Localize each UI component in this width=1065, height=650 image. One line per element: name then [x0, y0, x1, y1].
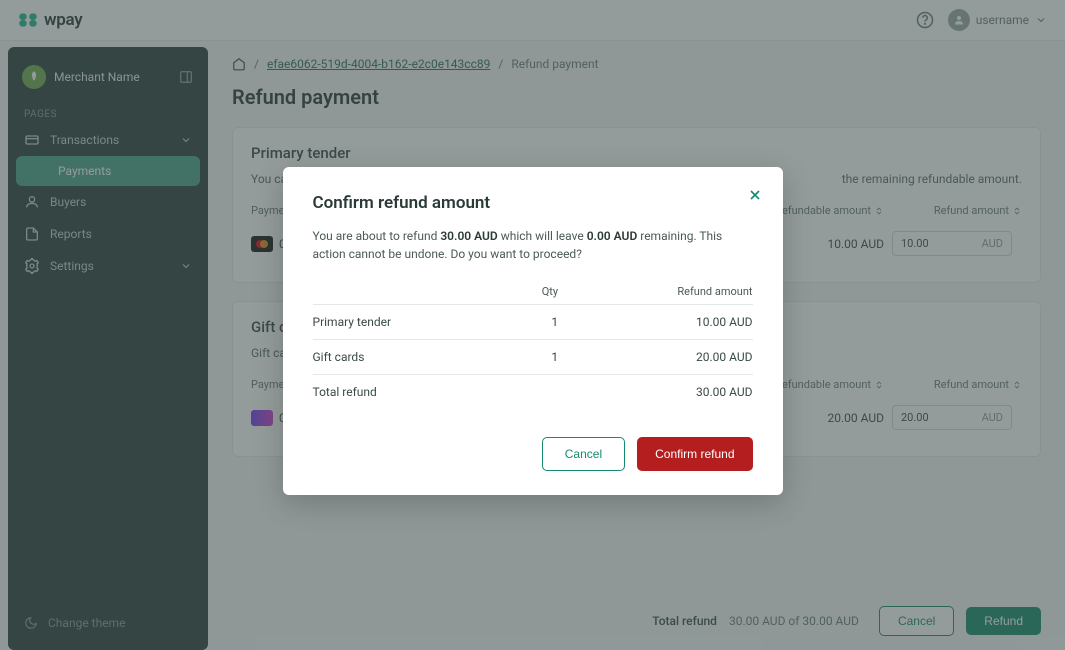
close-icon[interactable]	[747, 187, 763, 203]
modal-title: Confirm refund amount	[313, 193, 753, 213]
modal-cancel-button[interactable]: Cancel	[542, 437, 625, 471]
col-qty: Qty	[516, 279, 558, 305]
table-row: Primary tender 1 10.00 AUD	[313, 305, 753, 340]
col-refund-amount: Refund amount	[558, 279, 752, 305]
total-row: Total refund 30.00 AUD	[313, 375, 753, 410]
modal-text: You are about to refund 30.00 AUD which …	[313, 227, 753, 263]
modal-table: Qty Refund amount Primary tender 1 10.00…	[313, 279, 753, 409]
modal-confirm-button[interactable]: Confirm refund	[637, 437, 752, 471]
table-row: Gift cards 1 20.00 AUD	[313, 340, 753, 375]
modal-overlay: Confirm refund amount You are about to r…	[0, 0, 1065, 650]
confirm-refund-modal: Confirm refund amount You are about to r…	[283, 167, 783, 495]
